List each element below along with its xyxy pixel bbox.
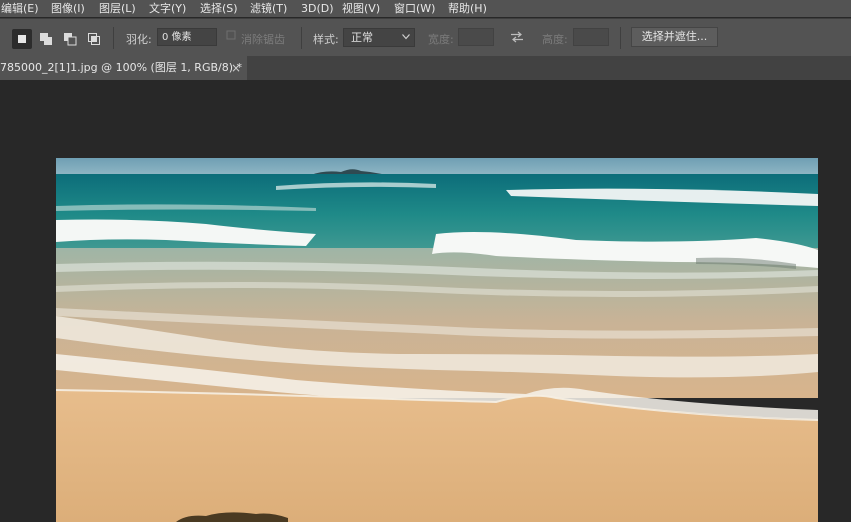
divider <box>301 27 302 49</box>
feather-input[interactable]: 0 像素 <box>157 28 217 46</box>
menu-type[interactable]: 文字(Y) <box>149 0 186 17</box>
beach-image <box>56 158 818 522</box>
add-selection-icon <box>40 33 52 45</box>
style-select-value: 正常 <box>351 31 373 44</box>
close-icon[interactable]: × <box>231 56 241 80</box>
canvas-workspace[interactable] <box>0 81 851 522</box>
menu-select[interactable]: 选择(S) <box>200 0 238 17</box>
menu-edit[interactable]: 编辑(E) <box>1 0 39 17</box>
beach-photo[interactable] <box>56 158 818 522</box>
options-bar: 羽化: 0 像素 消除锯齿 样式: 正常 宽度: 高度: 选择并遮住... <box>0 18 851 57</box>
antialias-label: 消除锯齿 <box>241 33 285 46</box>
menu-help[interactable]: 帮助(H) <box>448 0 487 17</box>
swap-icon[interactable] <box>510 31 524 43</box>
menu-view[interactable]: 视图(V) <box>342 0 380 17</box>
new-selection-icon <box>18 35 26 43</box>
height-label: 高度: <box>542 33 568 46</box>
new-selection-button[interactable] <box>12 29 32 49</box>
subtract-selection-icon <box>64 33 77 46</box>
menu-bar: 编辑(E) 图像(I) 图层(L) 文字(Y) 选择(S) 滤镜(T) 3D(D… <box>0 0 851 17</box>
menu-layer[interactable]: 图层(L) <box>99 0 136 17</box>
menu-window[interactable]: 窗口(W) <box>394 0 435 17</box>
antialias-checkbox <box>226 30 236 43</box>
document-tab-bar: 785000_2[1]1.jpg @ 100% (图层 1, RGB/8) * … <box>0 56 851 80</box>
style-select[interactable]: 正常 <box>343 28 415 47</box>
divider <box>620 27 621 49</box>
select-and-mask-button[interactable]: 选择并遮住... <box>631 27 718 47</box>
divider <box>113 27 114 49</box>
checkbox-icon <box>226 30 236 40</box>
feather-label: 羽化: <box>126 33 152 46</box>
chevron-down-icon <box>402 34 410 40</box>
subtract-from-selection-button[interactable] <box>60 29 80 49</box>
style-label: 样式: <box>313 33 339 46</box>
menu-image[interactable]: 图像(I) <box>51 0 85 17</box>
width-label: 宽度: <box>428 33 454 46</box>
add-to-selection-button[interactable] <box>36 29 56 49</box>
intersect-selection-button[interactable] <box>84 29 104 49</box>
width-input[interactable] <box>458 28 494 46</box>
menu-filter[interactable]: 滤镜(T) <box>250 0 287 17</box>
menu-3d[interactable]: 3D(D) <box>301 0 334 17</box>
document-tab-title: 785000_2[1]1.jpg @ 100% (图层 1, RGB/8) * <box>0 61 243 74</box>
intersect-selection-icon <box>88 33 100 45</box>
document-tab[interactable]: 785000_2[1]1.jpg @ 100% (图层 1, RGB/8) * … <box>0 56 247 80</box>
height-input[interactable] <box>573 28 609 46</box>
